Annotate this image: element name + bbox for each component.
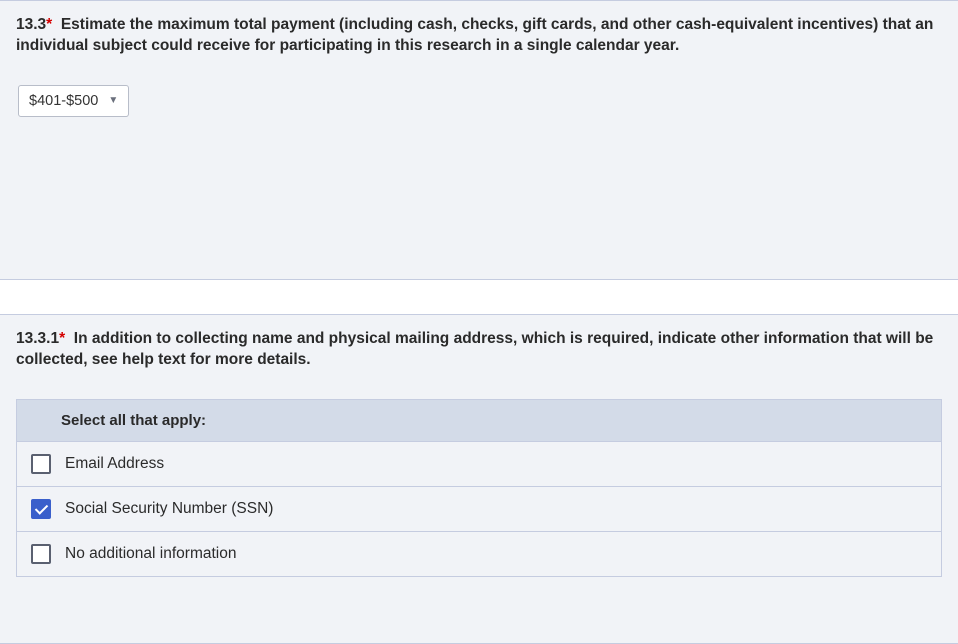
checklist-option-email[interactable]: Email Address [16,442,942,487]
dropdown-selected-value: $401-$500 [29,93,98,109]
question-13-3-1-prompt: 13.3.1* In addition to collecting name a… [16,329,942,371]
option-label: No additional information [65,545,236,563]
question-text: Estimate the maximum total payment (incl… [16,16,933,54]
checkbox-email[interactable] [31,454,51,474]
checkbox-ssn[interactable] [31,499,51,519]
question-section-13-3: 13.3* Estimate the maximum total payment… [0,0,958,280]
checklist-option-none[interactable]: No additional information [16,532,942,577]
section-gap [0,280,958,314]
question-section-13-3-1: 13.3.1* In addition to collecting name a… [0,314,958,644]
checklist-option-ssn[interactable]: Social Security Number (SSN) [16,487,942,532]
checkbox-none[interactable] [31,544,51,564]
required-asterisk: * [59,330,65,347]
required-asterisk: * [46,16,52,33]
question-number: 13.3.1 [16,330,59,347]
question-number: 13.3 [16,16,46,33]
option-label: Email Address [65,455,164,473]
question-13-3-prompt: 13.3* Estimate the maximum total payment… [16,15,942,57]
checklist-container: Select all that apply: Email Address Soc… [16,399,942,577]
chevron-down-icon: ▼ [108,95,118,106]
payment-range-dropdown[interactable]: $401-$500 ▼ [18,85,129,117]
checklist-header: Select all that apply: [16,399,942,442]
question-text: In addition to collecting name and physi… [16,330,933,368]
option-label: Social Security Number (SSN) [65,500,273,518]
